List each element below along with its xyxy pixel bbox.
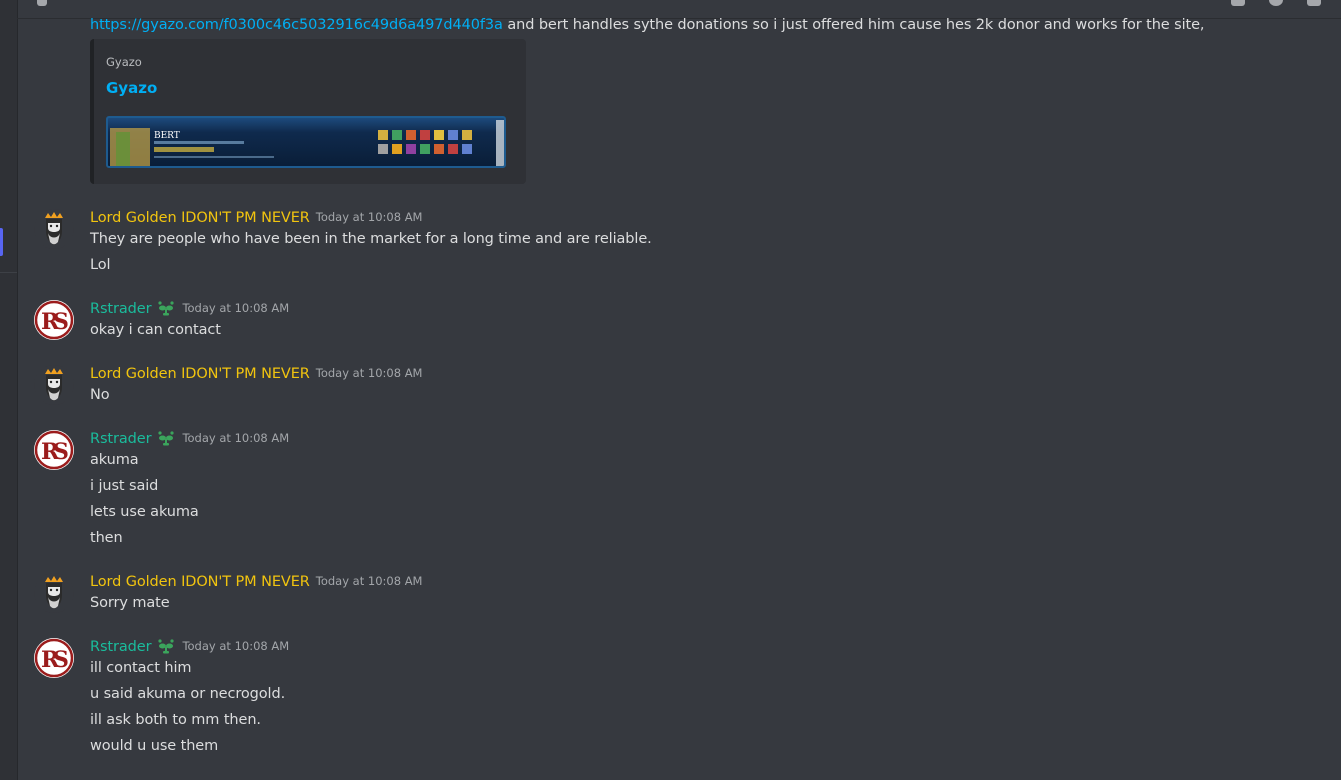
message-line: ill contact him	[90, 660, 192, 676]
king-crown-avatar-icon	[34, 365, 74, 405]
rstrader-avatar[interactable]: R S	[34, 430, 74, 470]
author-name[interactable]: Rstrader	[90, 301, 152, 317]
embed-thumbnail[interactable]: BERT	[106, 116, 506, 168]
message-line: then	[90, 530, 123, 546]
thumbnail-bert-text: BERT	[154, 131, 180, 141]
message-timestamp: Today at 10:08 AM	[182, 431, 290, 445]
message-header: Rstrader Today at 10:08 AM	[90, 298, 289, 318]
threads-icon[interactable]	[1231, 0, 1245, 6]
rs-logo-avatar-icon: R S	[34, 638, 74, 678]
sprout-badge-icon	[156, 300, 176, 320]
author-name[interactable]: Rstrader	[90, 639, 152, 655]
king-crown-avatar-icon	[34, 573, 74, 613]
notification-bell-icon[interactable]	[1269, 0, 1283, 6]
message-line: akuma	[90, 452, 139, 468]
message-timestamp: Today at 10:08 AM	[182, 639, 290, 653]
message-line: ill ask both to mm then.	[90, 712, 261, 728]
message-line: Lol	[90, 257, 111, 273]
message-header: Lord Golden IDON'T PM NEVER Today at 10:0…	[90, 363, 422, 383]
author-name[interactable]: Lord Golden IDON'T PM NEVER	[90, 366, 310, 382]
message-line: They are people who have been in the mar…	[90, 231, 652, 247]
message-line: okay i can contact	[90, 322, 221, 338]
sprout-badge-icon	[156, 638, 176, 658]
svg-text:S: S	[53, 647, 69, 673]
rstrader-avatar[interactable]: R S	[34, 638, 74, 678]
sidebar-divider	[0, 272, 17, 273]
svg-text:S: S	[53, 309, 69, 335]
selected-server-indicator	[0, 228, 3, 256]
message-line: u said akuma or necrogold.	[90, 686, 286, 702]
channel-hash-icon	[37, 0, 47, 6]
message-header: Rstrader Today at 10:08 AM	[90, 636, 289, 656]
message-timestamp: Today at 10:08 AM	[315, 574, 423, 588]
message-header: Rstrader Today at 10:08 AM	[90, 428, 289, 448]
gyazo-link[interactable]: https://gyazo.com/f0300c46c5032916c49d6a…	[90, 17, 503, 33]
king-crown-avatar-icon	[34, 209, 74, 249]
lord-golden-avatar[interactable]	[34, 573, 74, 613]
thumbnail-image: BERT	[110, 120, 504, 166]
message-header: Lord Golden IDON'T PM NEVER Today at 10:0…	[90, 571, 422, 591]
message-line: lets use akuma	[90, 504, 199, 520]
svg-text:S: S	[53, 439, 69, 465]
sprout-badge-icon	[156, 430, 176, 450]
embed-provider: Gyazo	[106, 55, 142, 69]
link-embed: Gyazo Gyazo BERT	[90, 39, 526, 184]
message-line: i just said	[90, 478, 159, 494]
message-header: Lord Golden IDON'T PM NEVER Today at 10:0…	[90, 207, 422, 227]
message-line: Sorry mate	[90, 595, 170, 611]
rs-logo-avatar-icon: R S	[34, 430, 74, 470]
lord-golden-avatar[interactable]	[34, 365, 74, 405]
rstrader-avatar[interactable]: R S	[34, 300, 74, 340]
author-name[interactable]: Rstrader	[90, 431, 152, 447]
message-line: would u use them	[90, 738, 219, 754]
message-timestamp: Today at 10:08 AM	[315, 210, 423, 224]
rs-logo-avatar-icon: R S	[34, 300, 74, 340]
message-timestamp: Today at 10:08 AM	[315, 366, 423, 380]
message-timestamp: Today at 10:08 AM	[182, 301, 290, 315]
author-name[interactable]: Lord Golden IDON'T PM NEVER	[90, 574, 310, 590]
message-content: https://gyazo.com/f0300c46c5032916c49d6a…	[90, 15, 1205, 35]
lord-golden-avatar[interactable]	[34, 209, 74, 249]
author-name[interactable]: Lord Golden IDON'T PM NEVER	[90, 210, 310, 226]
embed-title[interactable]: Gyazo	[106, 79, 157, 97]
message-text: and bert handles sythe donations so i ju…	[502, 17, 1205, 33]
server-sidebar	[0, 0, 18, 780]
message-line: No	[90, 387, 110, 403]
pinned-messages-icon[interactable]	[1307, 0, 1321, 6]
